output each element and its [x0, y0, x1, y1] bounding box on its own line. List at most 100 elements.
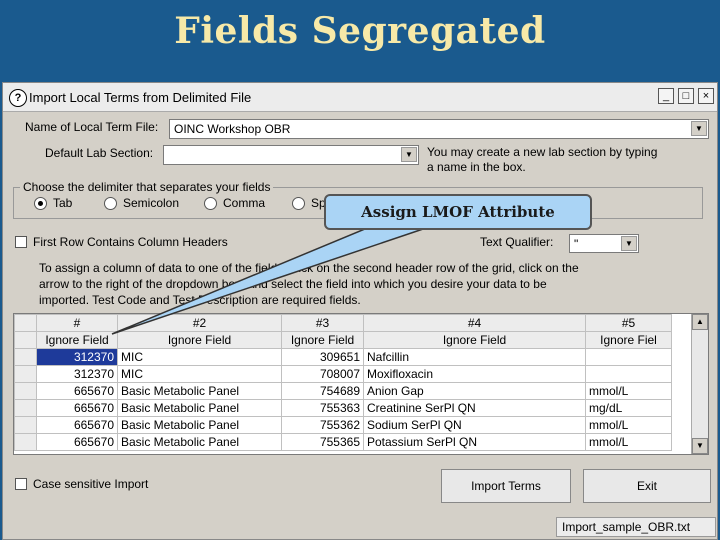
grid-cell[interactable]: mg/dL	[585, 399, 672, 417]
delimiter-group-label: Choose the delimiter that separates your…	[20, 180, 274, 194]
grid-cell[interactable]: Basic Metabolic Panel	[117, 382, 282, 400]
row-header[interactable]	[14, 433, 37, 451]
grid-cell[interactable]: mmol/L	[585, 433, 672, 451]
grid-cell[interactable]: Basic Metabolic Panel	[117, 399, 282, 417]
text-qualifier-label: Text Qualifier:	[480, 235, 554, 249]
chevron-down-icon[interactable]: ▼	[401, 147, 417, 162]
column-header-row: # #2 #3 #4 #5	[14, 314, 672, 332]
grid-cell[interactable]: 754689	[281, 382, 364, 400]
field-assignment-cell[interactable]: Ignore Fiel	[585, 331, 672, 349]
grid-cell[interactable]: Creatinine SerPl QN	[363, 399, 586, 417]
grid-cell[interactable]: Nafcillin	[363, 348, 586, 366]
grid-cell[interactable]: 665670	[36, 399, 118, 417]
table-row: 665670 Basic Metabolic Panel 755362 Sodi…	[14, 416, 672, 434]
grid-cell[interactable]: Basic Metabolic Panel	[117, 416, 282, 434]
grid-cell[interactable]	[585, 365, 672, 383]
delimiter-option-comma[interactable]: Comma	[204, 196, 266, 211]
radio-icon[interactable]	[104, 197, 117, 211]
grid-cell[interactable]: 665670	[36, 433, 118, 451]
import-dialog: ? Import Local Terms from Delimited File…	[2, 82, 718, 540]
field-assignment-cell[interactable]: Ignore Field	[281, 331, 364, 349]
column-header: #	[36, 314, 118, 332]
lab-section-select[interactable]: ▼	[163, 145, 419, 165]
table-row: 665670 Basic Metabolic Panel 754689 Anio…	[14, 382, 672, 400]
field-assignment-cell[interactable]: Ignore Field	[363, 331, 586, 349]
row-header[interactable]	[14, 382, 37, 400]
table-row: 665670 Basic Metabolic Panel 755363 Crea…	[14, 399, 672, 417]
grid-cell[interactable]: 312370	[36, 365, 118, 383]
field-assignment-cell[interactable]: Ignore Field	[117, 331, 282, 349]
delimiter-option-semicolon[interactable]: Semicolon	[104, 196, 180, 211]
delimiter-option-label: Semicolon	[123, 196, 180, 210]
first-row-headers-label: First Row Contains Column Headers	[33, 235, 228, 249]
grid-vertical-scrollbar[interactable]: ▲ ▼	[691, 314, 708, 454]
grid-cell[interactable]: 312370	[36, 348, 118, 366]
row-header-corner	[14, 314, 37, 332]
radio-icon[interactable]	[204, 197, 217, 211]
local-term-file-select[interactable]: OINC Workshop OBR ▼	[169, 119, 709, 139]
case-sensitive-checkbox[interactable]	[15, 478, 27, 490]
grid-cell[interactable]: Basic Metabolic Panel	[117, 433, 282, 451]
grid-cell[interactable]: Sodium SerPl QN	[363, 416, 586, 434]
minimize-button[interactable]: _	[658, 88, 674, 104]
radio-selected-icon[interactable]	[34, 197, 47, 211]
data-grid-table: # #2 #3 #4 #5 Ignore Field Ignore Field …	[14, 314, 672, 451]
scroll-down-icon[interactable]: ▼	[692, 438, 708, 454]
window-titlebar: ? Import Local Terms from Delimited File…	[3, 83, 717, 112]
exit-button[interactable]: Exit	[583, 469, 711, 503]
row-header[interactable]	[14, 348, 37, 366]
grid-cell[interactable]: Moxifloxacin	[363, 365, 586, 383]
row-header[interactable]	[14, 416, 37, 434]
grid-cell[interactable]: mmol/L	[585, 382, 672, 400]
table-row: 665670 Basic Metabolic Panel 755365 Pota…	[14, 433, 672, 451]
chevron-down-icon[interactable]: ▼	[621, 236, 637, 251]
delimiter-option-label: Comma	[223, 196, 266, 210]
column-header: #3	[281, 314, 364, 332]
scroll-up-icon[interactable]: ▲	[692, 314, 708, 330]
table-row: 312370 MIC 708007 Moxifloxacin	[14, 365, 672, 383]
status-filename: Import_sample_OBR.txt	[556, 517, 716, 537]
grid-cell[interactable]	[585, 348, 672, 366]
close-button[interactable]: ×	[698, 88, 714, 104]
field-assignment-row: Ignore Field Ignore Field Ignore Field I…	[14, 331, 672, 349]
grid-cell[interactable]: 309651	[281, 348, 364, 366]
data-grid: # #2 #3 #4 #5 Ignore Field Ignore Field …	[13, 313, 709, 455]
callout-box: Assign LMOF Attribute	[324, 194, 592, 230]
chevron-down-icon[interactable]: ▼	[691, 121, 707, 136]
grid-cell[interactable]: MIC	[117, 348, 282, 366]
column-header: #4	[363, 314, 586, 332]
grid-cell[interactable]: 708007	[281, 365, 364, 383]
grid-cell[interactable]: mmol/L	[585, 416, 672, 434]
grid-cell[interactable]: 755365	[281, 433, 364, 451]
local-term-file-label: Name of Local Term File:	[25, 120, 159, 134]
column-header: #2	[117, 314, 282, 332]
import-terms-button[interactable]: Import Terms	[441, 469, 571, 503]
row-header[interactable]	[14, 365, 37, 383]
grid-cell[interactable]: 755362	[281, 416, 364, 434]
grid-cell[interactable]: 665670	[36, 416, 118, 434]
text-qualifier-value: "	[574, 237, 579, 251]
grid-cell[interactable]: Anion Gap	[363, 382, 586, 400]
lab-section-label: Default Lab Section:	[45, 146, 154, 160]
local-term-file-value: OINC Workshop OBR	[174, 122, 291, 136]
delimiter-option-tab[interactable]: Tab	[34, 196, 73, 211]
grid-cell[interactable]: MIC	[117, 365, 282, 383]
grid-cell[interactable]: 665670	[36, 382, 118, 400]
grid-cell[interactable]: Potassium SerPl QN	[363, 433, 586, 451]
slide-title: Fields Segregated	[174, 10, 546, 52]
grid-instructions: To assign a column of data to one of the…	[39, 261, 579, 307]
delimiter-option-space[interactable]: Sp	[292, 196, 326, 211]
table-row: 312370 MIC 309651 Nafcillin	[14, 348, 672, 366]
first-row-headers-checkbox[interactable]	[15, 236, 27, 248]
lab-section-hint: You may create a new lab section by typi…	[427, 145, 658, 174]
radio-icon[interactable]	[292, 197, 305, 211]
maximize-button[interactable]: □	[678, 88, 694, 104]
row-header[interactable]	[14, 399, 37, 417]
grid-cell[interactable]: 755363	[281, 399, 364, 417]
window-title: Import Local Terms from Delimited File	[29, 90, 252, 105]
field-assignment-cell[interactable]: Ignore Field	[36, 331, 118, 349]
column-header: #5	[585, 314, 672, 332]
help-app-icon: ?	[9, 89, 27, 107]
text-qualifier-select[interactable]: " ▼	[569, 234, 639, 253]
delimiter-option-label: Tab	[53, 196, 73, 210]
